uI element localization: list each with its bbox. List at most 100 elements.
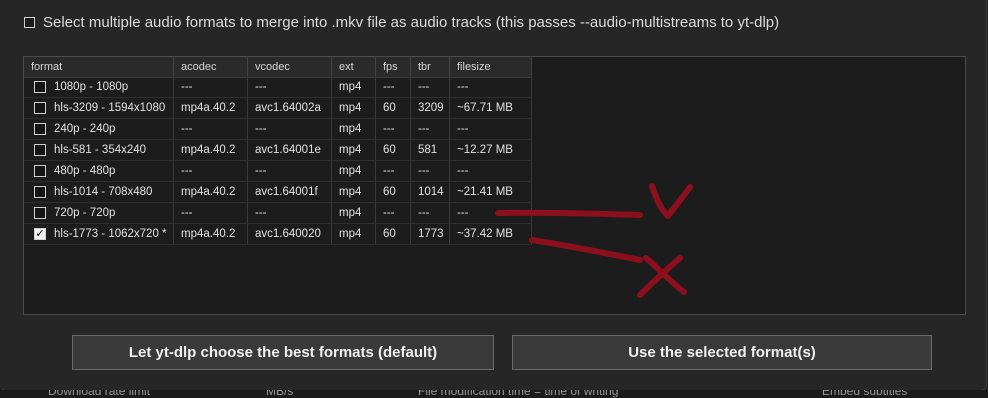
- acodec-cell: mp4a.40.2: [174, 98, 248, 119]
- table-row[interactable]: 240p - 240p --- --- mp4 --- --- ---: [24, 119, 532, 140]
- row-checkbox-icon[interactable]: [34, 207, 46, 219]
- download-rate-limit-label: Download rate limit: [48, 390, 151, 398]
- format-selection-panel: Select multiple audio formats to merge i…: [0, 0, 987, 391]
- column-header-ext[interactable]: ext: [332, 57, 376, 77]
- format-cell: 480p - 480p: [24, 161, 174, 182]
- fps-cell: ---: [376, 161, 411, 182]
- filesize-cell: ~67.71 MB: [450, 98, 532, 119]
- vcodec-cell: avc1.64001e: [248, 140, 332, 161]
- use-selected-formats-button[interactable]: Use the selected format(s): [512, 335, 932, 370]
- row-checkbox-icon[interactable]: [34, 81, 46, 93]
- vcodec-cell: ---: [248, 119, 332, 140]
- checkmark-icon: ✓: [35, 227, 45, 240]
- column-header-fps[interactable]: fps: [376, 57, 411, 77]
- fps-cell: ---: [376, 203, 411, 224]
- ext-cell: mp4: [332, 119, 376, 140]
- filesize-cell: ~37.42 MB: [450, 224, 532, 245]
- column-header-format[interactable]: format: [24, 57, 174, 77]
- format-cell: hls-1014 - 708x480: [24, 182, 174, 203]
- ext-cell: mp4: [332, 182, 376, 203]
- format-label: hls-3209 - 1594x1080: [54, 101, 166, 114]
- column-header-tbr[interactable]: tbr: [411, 57, 450, 77]
- row-checkbox-icon[interactable]: [34, 102, 46, 114]
- row-checkbox-icon[interactable]: ✓: [34, 228, 46, 240]
- row-checkbox-icon[interactable]: [34, 186, 46, 198]
- filesize-cell: ~21.41 MB: [450, 182, 532, 203]
- fps-cell: ---: [376, 77, 411, 98]
- audio-multistream-label: Select multiple audio formats to merge i…: [43, 13, 780, 31]
- acodec-cell: ---: [174, 119, 248, 140]
- column-header-acodec[interactable]: acodec: [174, 57, 248, 77]
- table-row[interactable]: ✓ hls-1773 - 1062x720 * mp4a.40.2 avc1.6400…: [24, 224, 532, 245]
- fps-cell: ---: [376, 119, 411, 140]
- fps-cell: 60: [376, 140, 411, 161]
- rate-unit-label: MB/s: [266, 390, 294, 398]
- ext-cell: mp4: [332, 203, 376, 224]
- filesize-cell: ---: [450, 119, 532, 140]
- vcodec-cell: avc1.64001f: [248, 182, 332, 203]
- tbr-cell: ---: [411, 203, 450, 224]
- filesize-cell: ---: [450, 161, 532, 182]
- acodec-cell: mp4a.40.2: [174, 140, 248, 161]
- acodec-cell: mp4a.40.2: [174, 224, 248, 245]
- row-checkbox-icon[interactable]: [34, 144, 46, 156]
- fps-cell: 60: [376, 224, 411, 245]
- format-label: hls-1773 - 1062x720 *: [54, 227, 167, 240]
- format-label: hls-581 - 354x240: [54, 143, 147, 156]
- table-row[interactable]: hls-581 - 354x240 mp4a.40.2 avc1.64001e mp4…: [24, 140, 532, 161]
- acodec-cell: ---: [174, 203, 248, 224]
- tbr-cell: 1773: [411, 224, 450, 245]
- file-modification-time-label: File modification time = time of writing: [418, 390, 619, 398]
- tbr-cell: 1014: [411, 182, 450, 203]
- table-row[interactable]: 480p - 480p --- --- mp4 --- --- ---: [24, 161, 532, 182]
- audio-multistream-checkbox-icon[interactable]: [24, 16, 35, 28]
- acodec-cell: ---: [174, 161, 248, 182]
- row-checkbox-icon[interactable]: [34, 165, 46, 177]
- ext-cell: mp4: [332, 224, 376, 245]
- format-label: 240p - 240p: [54, 122, 116, 135]
- format-cell: hls-581 - 354x240: [24, 140, 174, 161]
- vcodec-cell: ---: [248, 77, 332, 98]
- bottom-options-strip: Download rate limit MB/s File modificati…: [0, 390, 988, 398]
- format-cell: 240p - 240p: [24, 119, 174, 140]
- tbr-cell: 581: [411, 140, 450, 161]
- ext-cell: mp4: [332, 161, 376, 182]
- format-label: 1080p - 1080p: [54, 80, 129, 93]
- vcodec-cell: ---: [248, 203, 332, 224]
- format-label: hls-1014 - 708x480: [54, 185, 153, 198]
- table-row[interactable]: hls-3209 - 1594x1080 mp4a.40.2 avc1.64002a…: [24, 98, 532, 119]
- formats-table-header: format acodec vcodec ext fps tbr filesiz…: [24, 57, 532, 78]
- format-cell: ✓ hls-1773 - 1062x720 *: [24, 224, 174, 245]
- table-row[interactable]: 1080p - 1080p --- --- mp4 --- --- ---: [24, 77, 532, 98]
- fps-cell: 60: [376, 182, 411, 203]
- format-cell: 1080p - 1080p: [24, 77, 174, 98]
- acodec-cell: ---: [174, 77, 248, 98]
- row-checkbox-icon[interactable]: [34, 123, 46, 135]
- format-cell: hls-3209 - 1594x1080: [24, 98, 174, 119]
- formats-table[interactable]: format acodec vcodec ext fps tbr filesiz…: [23, 56, 966, 315]
- tbr-cell: 3209: [411, 98, 450, 119]
- best-formats-button[interactable]: Let yt-dlp choose the best formats (defa…: [72, 335, 494, 370]
- table-row[interactable]: 720p - 720p --- --- mp4 --- --- ---: [24, 203, 532, 224]
- format-label: 480p - 480p: [54, 164, 116, 177]
- ext-cell: mp4: [332, 77, 376, 98]
- column-header-filesize[interactable]: filesize: [450, 57, 532, 77]
- vcodec-cell: avc1.64002a: [248, 98, 332, 119]
- vcodec-cell: avc1.640020: [248, 224, 332, 245]
- filesize-cell: ---: [450, 77, 532, 98]
- table-row[interactable]: hls-1014 - 708x480 mp4a.40.2 avc1.64001f mp…: [24, 182, 532, 203]
- format-label: 720p - 720p: [54, 206, 116, 219]
- ext-cell: mp4: [332, 140, 376, 161]
- filesize-cell: ~12.27 MB: [450, 140, 532, 161]
- tbr-cell: ---: [411, 77, 450, 98]
- tbr-cell: ---: [411, 119, 450, 140]
- tbr-cell: ---: [411, 161, 450, 182]
- audio-multistream-option[interactable]: Select multiple audio formats to merge i…: [24, 12, 779, 32]
- filesize-cell: ---: [450, 203, 532, 224]
- embed-subtitles-label: Embed subtitles: [822, 390, 908, 398]
- ext-cell: mp4: [332, 98, 376, 119]
- vcodec-cell: ---: [248, 161, 332, 182]
- column-header-vcodec[interactable]: vcodec: [248, 57, 332, 77]
- fps-cell: 60: [376, 98, 411, 119]
- acodec-cell: mp4a.40.2: [174, 182, 248, 203]
